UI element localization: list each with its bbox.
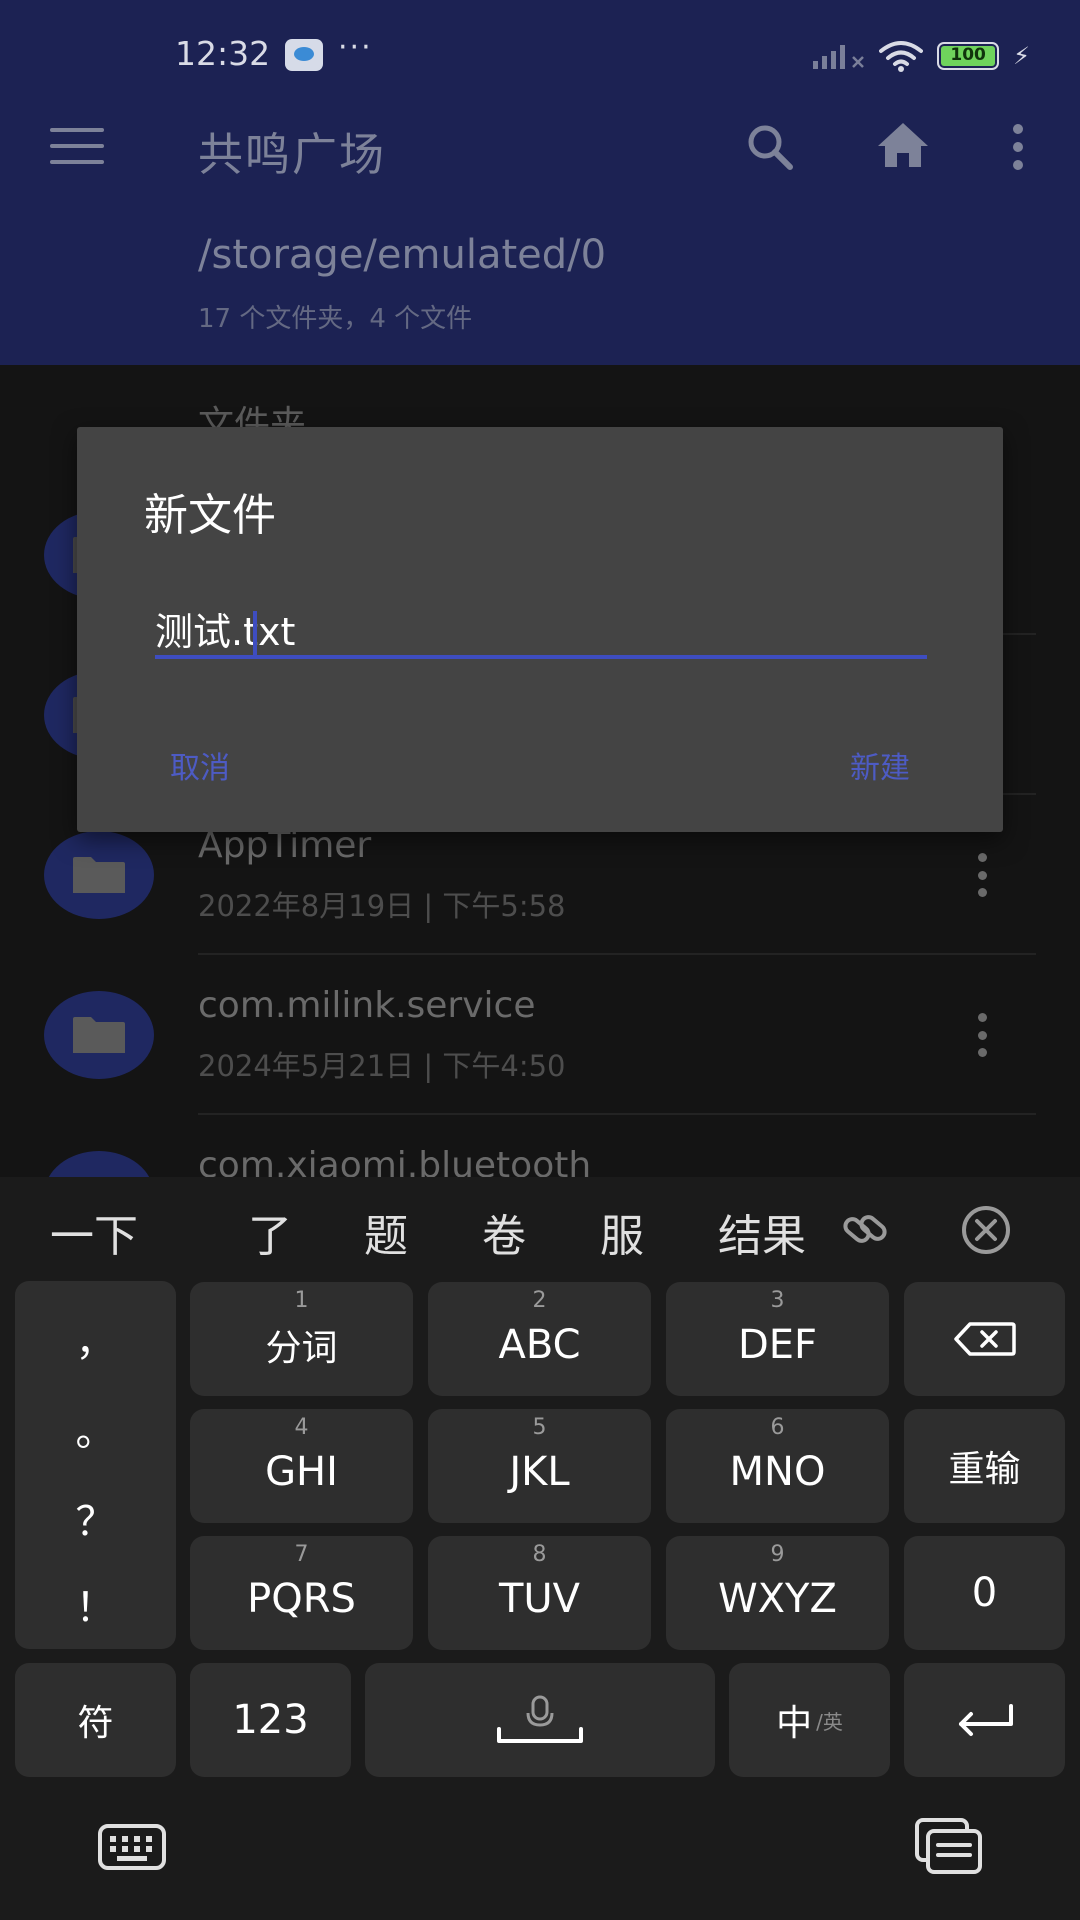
create-button[interactable]: 新建 (850, 743, 910, 787)
enter-icon (958, 1704, 1013, 1736)
new-file-dialog: 新文件 取消 新建 (77, 427, 1003, 832)
app-bar: 12:32 ··· 100 ⚡ 共鸣广场 /storage/emulated/0… (0, 0, 1080, 365)
key-4[interactable]: 4 GHI (190, 1409, 413, 1523)
status-time: 12:32 (175, 34, 271, 73)
folder-summary: 17 个文件夹，4 个文件 (198, 304, 473, 334)
symbols-key[interactable]: 符 (15, 1663, 176, 1777)
search-icon[interactable] (745, 122, 795, 172)
charging-icon: ⚡ (1013, 42, 1030, 70)
candidate-item[interactable]: 题 (364, 1200, 408, 1264)
candidate-item[interactable]: 卷 (482, 1200, 526, 1264)
key-0[interactable]: 0 (904, 1536, 1065, 1650)
item-menu-icon[interactable] (974, 1013, 990, 1057)
folder-name: com.xiaomi.bluetooth (198, 1145, 592, 1177)
candidate-item[interactable]: 结果 (718, 1200, 806, 1264)
backspace-icon (953, 1322, 1016, 1356)
punct-key[interactable]: 。 (15, 1399, 176, 1457)
key-5[interactable]: 5 JKL (428, 1409, 651, 1523)
reenter-key[interactable]: 重输 (904, 1409, 1065, 1523)
folder-icon (73, 1017, 125, 1053)
more-notifications-icon: ··· (338, 30, 373, 65)
key-8[interactable]: 8 TUV (428, 1536, 651, 1650)
menu-icon[interactable] (50, 128, 104, 164)
clipboard-icon[interactable] (914, 1817, 984, 1875)
file-name-input[interactable] (155, 607, 927, 659)
candidate-item[interactable]: 一下 (50, 1200, 138, 1264)
folder-date: 2022年8月19日 | 下午5:58 (198, 889, 566, 923)
key-7[interactable]: 7 PQRS (190, 1536, 413, 1650)
current-path: /storage/emulated/0 (198, 232, 607, 278)
language-switch-key[interactable]: 中/英 (729, 1663, 890, 1777)
microphone-icon (497, 1695, 583, 1743)
list-item[interactable]: com.milink.service 2024年5月21日 | 下午4:50 (0, 955, 1080, 1115)
key-6[interactable]: 6 MNO (666, 1409, 889, 1523)
status-bar: 12:32 ··· 100 ⚡ (0, 0, 1080, 110)
item-menu-icon[interactable] (974, 853, 990, 897)
folder-icon (73, 857, 125, 893)
punct-key[interactable]: ， (15, 1309, 176, 1367)
key-9[interactable]: 9 WXYZ (666, 1536, 889, 1650)
enter-key[interactable] (904, 1663, 1065, 1777)
text-cursor (253, 611, 257, 655)
cancel-button[interactable]: 取消 (170, 743, 230, 787)
punct-key[interactable]: ！ (15, 1575, 176, 1633)
dialog-title: 新文件 (144, 490, 276, 541)
home-icon[interactable] (876, 120, 930, 170)
candidate-item[interactable]: 了 (248, 1200, 292, 1264)
close-candidates-icon[interactable] (960, 1204, 1012, 1256)
key-2[interactable]: 2 ABC (428, 1282, 651, 1396)
folder-name: com.milink.service (198, 985, 536, 1026)
folder-date: 2024年5月21日 | 下午4:50 (198, 1049, 566, 1083)
numbers-key[interactable]: 123 (190, 1663, 351, 1777)
link-icon[interactable] (840, 1207, 890, 1251)
app-title: 共鸣广场 (198, 128, 387, 181)
punctuation-column: ， 。 ？ ！ (15, 1281, 176, 1649)
key-3[interactable]: 3 DEF (666, 1282, 889, 1396)
overflow-menu-icon[interactable] (1008, 124, 1028, 170)
space-key[interactable] (365, 1663, 715, 1777)
candidate-bar: 一下 了 题 卷 服 结果 (0, 1177, 1080, 1277)
signal-icon (813, 43, 865, 69)
keyboard-icon[interactable] (97, 1823, 167, 1871)
status-icons: 100 ⚡ (813, 40, 1030, 72)
punct-key[interactable]: ？ (15, 1489, 176, 1547)
backspace-key[interactable] (904, 1282, 1065, 1396)
candidate-item[interactable]: 服 (600, 1200, 644, 1264)
list-item[interactable]: com.xiaomi.bluetooth (0, 1115, 1080, 1177)
wifi-icon (879, 41, 924, 72)
battery-icon: 100 (937, 42, 1000, 70)
key-1[interactable]: 1 分词 (190, 1282, 413, 1396)
app-notification-icon (285, 39, 323, 71)
